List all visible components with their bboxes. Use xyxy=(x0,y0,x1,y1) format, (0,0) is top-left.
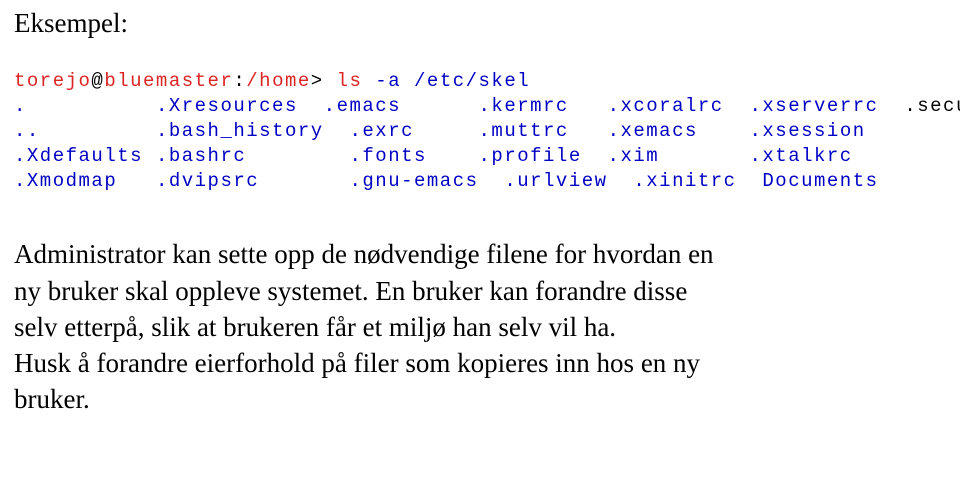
ls-entry: .exrc xyxy=(349,120,414,142)
ls-entry: .Xresources xyxy=(156,95,298,117)
ls-entry: .muttrc xyxy=(479,120,569,142)
ls-listing: . .Xresources .emacs .kermrc .xcoralrc .… xyxy=(14,95,960,192)
ls-entry: .xsession xyxy=(750,120,866,142)
ls-entry: .gnu-emacs xyxy=(349,170,478,192)
prompt-colon: : xyxy=(233,70,246,92)
paragraph-2: Husk å forandre eierforhold på filer som… xyxy=(14,345,734,417)
command: ls xyxy=(337,70,363,92)
prompt-host: bluemaster xyxy=(104,70,233,92)
ls-entry: .Xdefaults xyxy=(14,145,143,167)
body-text: Administrator kan sette opp de nødvendig… xyxy=(14,236,734,417)
command-args: -a /etc/skel xyxy=(362,70,530,92)
ls-entry: .fonts xyxy=(349,145,426,167)
ls-entry: .emacs xyxy=(324,95,401,117)
ls-entry: Documents xyxy=(762,170,878,192)
ls-entry: .bash_history xyxy=(156,120,324,142)
ls-entry: .xserverrc xyxy=(750,95,879,117)
terminal-output: torejo@bluemaster:/home> ls -a /etc/skel… xyxy=(14,69,946,194)
ls-entry: .urlview xyxy=(504,170,607,192)
ls-entry: .secure xyxy=(904,95,960,117)
ls-entry: .xinitrc xyxy=(633,170,736,192)
prompt-symbol: > xyxy=(311,70,337,92)
prompt-user: torejo xyxy=(14,70,91,92)
ls-entry: .kermrc xyxy=(479,95,569,117)
ls-entry: .Xmodmap xyxy=(14,170,117,192)
ls-entry: .. xyxy=(14,120,40,142)
ls-entry: . xyxy=(14,95,27,117)
ls-entry: .xim xyxy=(608,145,660,167)
example-heading: Eksempel: xyxy=(14,8,946,39)
ls-entry: .dvipsrc xyxy=(156,170,259,192)
prompt-at: @ xyxy=(91,70,104,92)
prompt-path: /home xyxy=(246,70,311,92)
ls-entry: .profile xyxy=(479,145,582,167)
ls-entry: .bashrc xyxy=(156,145,246,167)
ls-entry: .xtalkrc xyxy=(749,145,852,167)
paragraph-1: Administrator kan sette opp de nødvendig… xyxy=(14,236,734,345)
ls-entry: .xemacs xyxy=(608,120,698,142)
ls-entry: .xcoralrc xyxy=(608,95,724,117)
